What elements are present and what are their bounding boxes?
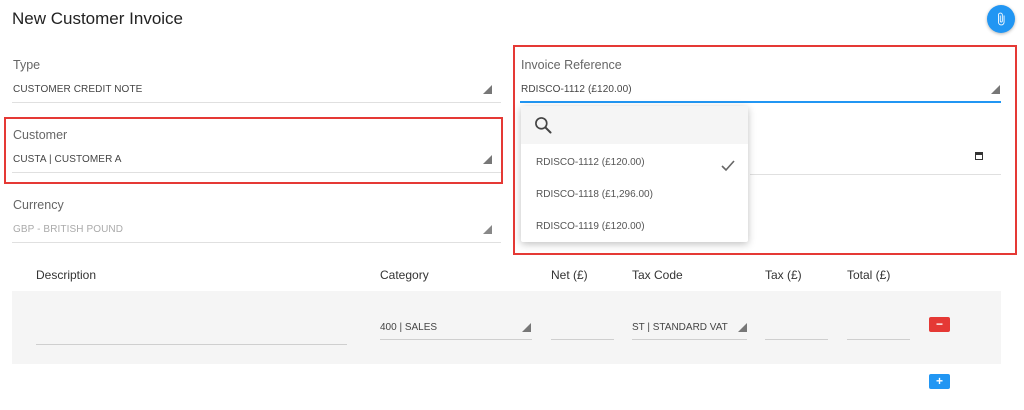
category-dropdown-caret[interactable] (522, 323, 531, 332)
line-item-row (12, 291, 1001, 364)
invoice-reference-underline (520, 101, 1001, 103)
dropdown-search-input[interactable] (521, 106, 748, 144)
remove-line-button[interactable]: − (929, 317, 950, 332)
description-input[interactable] (36, 344, 347, 345)
currency-select: GBP - BRITISH POUND (13, 224, 124, 235)
customer-underline (12, 172, 501, 173)
column-header-total: Total (£) (847, 268, 891, 282)
type-dropdown-caret[interactable] (483, 85, 492, 94)
type-label: Type (13, 58, 41, 72)
net-input[interactable] (551, 339, 614, 340)
customer-dropdown-caret[interactable] (483, 155, 492, 164)
search-icon (535, 117, 552, 134)
category-select[interactable]: 400 | SALES (380, 322, 437, 333)
currency-underline (12, 242, 501, 243)
tax-input[interactable] (765, 339, 828, 340)
category-underline (380, 339, 532, 340)
tax-code-underline (632, 339, 747, 340)
paperclip-icon (998, 12, 1005, 26)
attach-button[interactable] (987, 5, 1015, 33)
invoice-reference-dropdown-menu: RDISCO-1112 (£120.00) RDISCO-1118 (£1,29… (521, 106, 748, 242)
type-underline (12, 102, 501, 103)
column-header-net: Net (£) (551, 268, 588, 282)
type-select[interactable]: CUSTOMER CREDIT NOTE (13, 84, 142, 95)
customer-select[interactable]: CUSTA | CUSTOMER A (13, 154, 122, 165)
dropdown-option-3[interactable]: RDISCO-1119 (£120.00) (536, 221, 645, 232)
customer-label: Customer (13, 128, 68, 142)
dropdown-option-1[interactable]: RDISCO-1112 (£120.00) (536, 157, 645, 168)
tax-code-dropdown-caret[interactable] (738, 323, 747, 332)
page-title: New Customer Invoice (12, 9, 184, 28)
total-input[interactable] (847, 339, 910, 340)
dropdown-option-2[interactable]: RDISCO-1118 (£1,296.00) (536, 189, 653, 200)
invoice-reference-select[interactable]: RDISCO-1112 (£120.00) (521, 84, 632, 95)
invoice-reference-dropdown-caret[interactable] (991, 85, 1000, 94)
column-header-description: Description (36, 268, 97, 282)
add-line-button[interactable]: + (929, 374, 950, 389)
column-header-tax-code: Tax Code (632, 268, 683, 282)
invoice-reference-label: Invoice Reference (521, 58, 622, 72)
date-underline (750, 174, 1001, 175)
column-header-category: Category (380, 268, 429, 282)
check-icon (721, 160, 735, 172)
currency-dropdown-caret (483, 225, 492, 234)
currency-label: Currency (13, 198, 64, 212)
column-header-tax: Tax (£) (765, 268, 802, 282)
customer-highlight-box (4, 117, 503, 184)
tax-code-select[interactable]: ST | STANDARD VAT (632, 322, 728, 333)
calendar-icon[interactable] (975, 152, 983, 160)
